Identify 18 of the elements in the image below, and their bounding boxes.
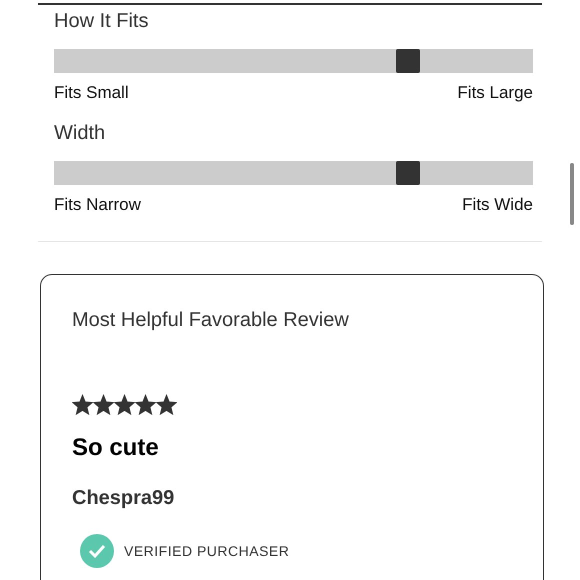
review-title: So cute — [72, 434, 160, 462]
card-heading: Most Helpful Favorable Review — [72, 308, 350, 332]
review-author: Chespra99 — [72, 486, 176, 510]
slider-min-label: Fits Small — [54, 83, 129, 103]
slider-title: How It Fits — [54, 9, 150, 33]
star-icon — [114, 394, 135, 416]
slider-max-label: Fits Wide — [462, 195, 533, 215]
star-icon — [135, 394, 156, 416]
scrollbar[interactable] — [570, 163, 574, 225]
slider-title: Width — [54, 121, 106, 145]
verified-label: VERIFIED PURCHASER — [124, 543, 290, 559]
slider-min-label: Fits Narrow — [54, 195, 141, 215]
slider-thumb[interactable] — [396, 161, 420, 185]
star-icon — [72, 394, 93, 416]
slider-thumb[interactable] — [396, 49, 420, 73]
star-icon — [93, 394, 114, 416]
slider-max-label: Fits Large — [457, 83, 533, 103]
star-icon — [156, 394, 177, 416]
